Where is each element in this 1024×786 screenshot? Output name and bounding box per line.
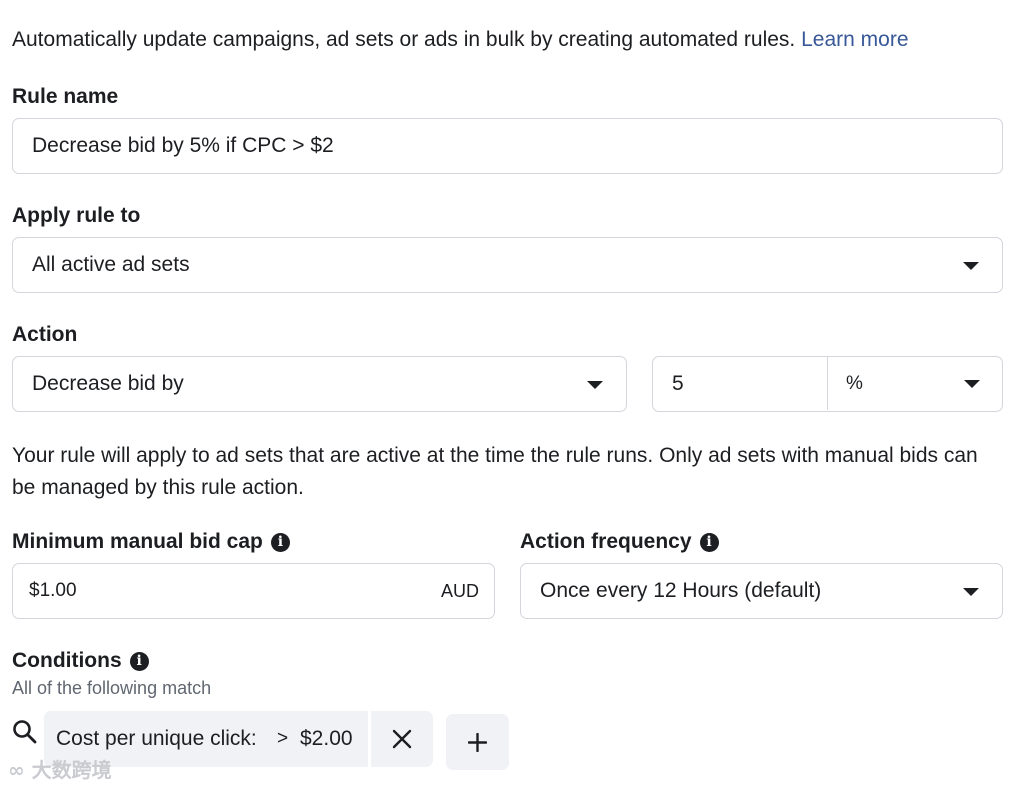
- apply-rule-value: All active ad sets: [32, 253, 190, 276]
- conditions-label-text: Conditions: [12, 649, 122, 672]
- rule-name-input[interactable]: Decrease bid by 5% if CPC > $2: [12, 118, 1003, 174]
- condition-value: $2.00: [300, 727, 353, 750]
- caret-down-icon: [964, 380, 980, 388]
- action-frequency-label-text: Action frequency: [520, 530, 692, 553]
- action-frequency-select[interactable]: Once every 12 Hours (default): [520, 563, 1003, 619]
- info-icon[interactable]: i: [129, 651, 149, 671]
- info-icon[interactable]: i: [699, 532, 719, 552]
- action-amount-value: 5: [672, 371, 684, 395]
- add-condition-button[interactable]: [446, 714, 509, 770]
- min-bid-cap-label-text: Minimum manual bid cap: [12, 530, 263, 553]
- action-unit-select[interactable]: %: [828, 357, 1002, 410]
- min-bid-cap-value: $1.00: [29, 580, 77, 601]
- rule-name-label: Rule name: [12, 85, 119, 108]
- watermark: ∞ 大数跨境: [8, 754, 112, 783]
- min-bid-cap-label: Minimum manual bid cap i: [12, 530, 290, 554]
- chip-divider: [368, 711, 371, 767]
- caret-down-icon: [963, 588, 979, 596]
- action-frequency-label: Action frequency i: [520, 530, 719, 554]
- watermark-logo: ∞: [8, 758, 32, 782]
- min-bid-cap-input[interactable]: $1.00 AUD: [12, 563, 495, 619]
- caret-down-icon: [963, 262, 979, 270]
- action-select[interactable]: Decrease bid by: [12, 356, 627, 412]
- close-icon[interactable]: [392, 729, 412, 749]
- action-frequency-value: Once every 12 Hours (default): [540, 579, 822, 602]
- apply-rule-label: Apply rule to: [12, 204, 141, 227]
- rule-name-value: Decrease bid by 5% if CPC > $2: [32, 134, 334, 157]
- search-icon[interactable]: [12, 719, 38, 745]
- condition-operator: >: [277, 728, 289, 749]
- action-amount-input[interactable]: 5: [653, 357, 828, 410]
- conditions-subtitle: All of the following match: [12, 678, 212, 698]
- learn-more-link[interactable]: Learn more: [801, 28, 908, 51]
- action-amount-group: 5 %: [652, 356, 1003, 412]
- info-icon[interactable]: i: [270, 532, 290, 552]
- caret-down-icon: [587, 381, 603, 389]
- action-label: Action: [12, 323, 78, 346]
- currency-label: AUD: [440, 580, 479, 601]
- intro-text: Automatically update campaigns, ad sets …: [12, 28, 909, 52]
- action-unit-value: %: [846, 372, 863, 394]
- condition-metric: Cost per unique click:: [56, 727, 257, 750]
- conditions-label: Conditions i: [12, 649, 149, 673]
- apply-rule-select[interactable]: All active ad sets: [12, 237, 1003, 293]
- action-value: Decrease bid by: [32, 372, 184, 395]
- plus-icon: [468, 733, 487, 752]
- intro-description: Automatically update campaigns, ad sets …: [12, 28, 796, 51]
- action-help-text: Your rule will apply to ad sets that are…: [12, 444, 978, 499]
- watermark-text: 大数跨境: [31, 760, 112, 782]
